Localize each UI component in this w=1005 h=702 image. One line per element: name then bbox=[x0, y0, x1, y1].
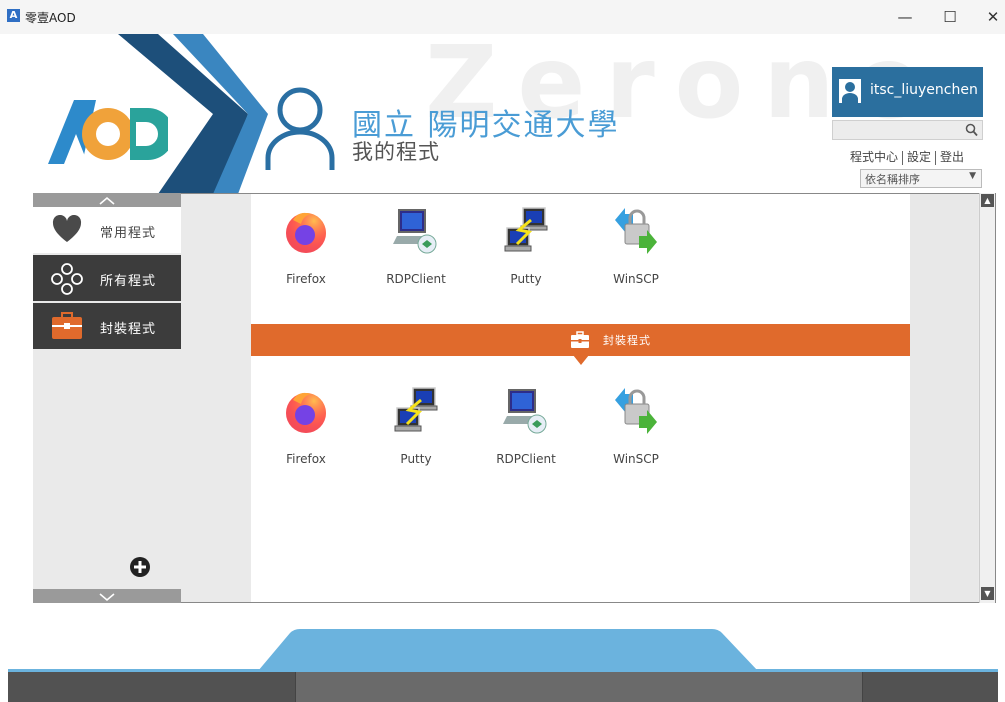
close-button[interactable]: ✕ bbox=[978, 4, 1005, 30]
firefox-icon bbox=[286, 392, 326, 433]
add-category-icon[interactable] bbox=[129, 556, 151, 578]
sidebar-item-packaged[interactable]: 封裝程式 bbox=[33, 303, 181, 349]
user-card[interactable]: itsc_liuyenchen bbox=[832, 67, 983, 117]
sort-select-value: 依名稱排序 bbox=[865, 173, 920, 186]
putty-icon bbox=[504, 207, 548, 252]
winscp-icon bbox=[615, 388, 657, 434]
sidebar: 常用程式 所有程式 封裝程式 bbox=[33, 193, 181, 603]
vertical-scrollbar[interactable]: ▲ ▼ bbox=[979, 193, 995, 603]
settings-link[interactable]: 設定 bbox=[907, 150, 931, 164]
minimize-button[interactable]: — bbox=[890, 4, 920, 30]
right-margin bbox=[910, 194, 978, 602]
section-pointer bbox=[573, 355, 589, 365]
user-outline-icon bbox=[265, 87, 335, 170]
app-tile-putty[interactable]: Putty bbox=[481, 206, 571, 286]
app-name: Firefox bbox=[286, 452, 326, 466]
winscp-icon bbox=[615, 208, 657, 254]
app-name: RDPClient bbox=[386, 272, 446, 286]
link-divider bbox=[935, 150, 937, 165]
dropdown-arrow-icon: ▼ bbox=[969, 171, 976, 181]
app-name: WinSCP bbox=[613, 452, 659, 466]
sidebar-scroll-down-button[interactable] bbox=[33, 589, 181, 603]
sidebar-item-label: 所有程式 bbox=[100, 274, 157, 289]
scroll-down-icon[interactable]: ▼ bbox=[981, 587, 994, 600]
rdp-client-icon bbox=[503, 389, 547, 434]
firefox-icon bbox=[286, 212, 326, 253]
app-tile-firefox[interactable]: Firefox bbox=[261, 386, 351, 466]
app-name: WinSCP bbox=[613, 272, 659, 286]
search-icon[interactable] bbox=[965, 123, 978, 137]
app-logo-icon: A bbox=[7, 9, 20, 22]
app-tile-rdpclient[interactable]: RDPClient bbox=[481, 386, 571, 466]
sidebar-item-favorites[interactable]: 常用程式 bbox=[33, 207, 181, 253]
sidebar-item-all-apps[interactable]: 所有程式 bbox=[33, 255, 181, 301]
header: Zerone 國立 陽明交通大學 我的程式 itsc_liuyenchen 程式… bbox=[0, 34, 1005, 194]
sidebar-item-label: 常用程式 bbox=[100, 226, 157, 241]
app-tile-winscp[interactable]: WinSCP bbox=[591, 386, 681, 466]
user-name: itsc_liuyenchen bbox=[870, 82, 978, 98]
app-tile-rdpclient[interactable]: RDPClient bbox=[371, 206, 461, 286]
packaged-section-header: 封裝程式 bbox=[251, 324, 910, 356]
app-name: RDPClient bbox=[496, 452, 556, 466]
avatar-icon bbox=[839, 79, 861, 103]
window-title: 零壹AOD bbox=[25, 11, 76, 25]
putty-icon bbox=[394, 387, 438, 432]
apps-grid-icon bbox=[51, 263, 83, 295]
chevron-up-icon bbox=[99, 196, 115, 205]
sort-select[interactable]: 依名稱排序 ▼ bbox=[860, 169, 982, 188]
app-tile-firefox[interactable]: Firefox bbox=[261, 206, 351, 286]
app-name: Firefox bbox=[286, 272, 326, 286]
app-name: Putty bbox=[400, 452, 432, 466]
heart-icon bbox=[52, 215, 82, 242]
briefcase-icon bbox=[52, 312, 82, 339]
sidebar-scroll-up-button[interactable] bbox=[33, 193, 181, 207]
app-tile-winscp[interactable]: WinSCP bbox=[591, 206, 681, 286]
scroll-up-icon[interactable]: ▲ bbox=[981, 194, 994, 207]
title-bar: A 零壹AOD — ☐ ✕ bbox=[0, 0, 1005, 34]
section-label: 封裝程式 bbox=[603, 334, 651, 347]
maximize-button[interactable]: ☐ bbox=[935, 4, 965, 30]
briefcase-icon bbox=[571, 331, 589, 348]
app-name: Putty bbox=[510, 272, 542, 286]
search-input[interactable] bbox=[835, 122, 963, 138]
app-center-link[interactable]: 程式中心 bbox=[850, 150, 898, 164]
aod-logo bbox=[48, 100, 168, 164]
bottom-bar-center bbox=[295, 672, 863, 702]
bottom-tab-decoration bbox=[258, 629, 758, 671]
chevron-down-icon bbox=[99, 593, 115, 602]
logout-link[interactable]: 登出 bbox=[940, 150, 964, 164]
link-divider bbox=[902, 150, 904, 165]
sidebar-item-label: 封裝程式 bbox=[100, 322, 157, 337]
rdp-client-icon bbox=[393, 209, 437, 254]
header-links: 程式中心 設定 登出 bbox=[850, 148, 964, 165]
app-tile-putty[interactable]: Putty bbox=[371, 386, 461, 466]
page-title: 我的程式 bbox=[352, 140, 440, 164]
search-field[interactable] bbox=[832, 120, 983, 140]
